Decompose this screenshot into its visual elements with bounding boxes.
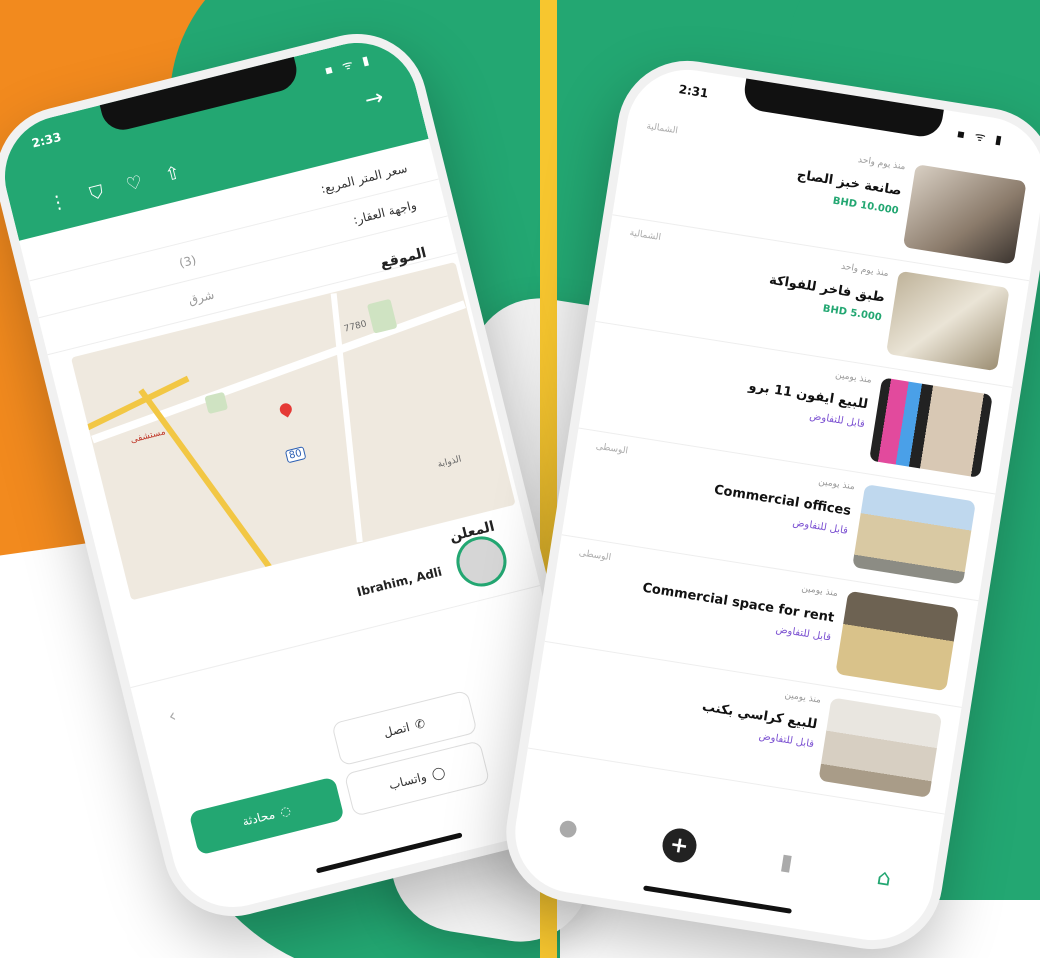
chevron-left-icon[interactable]: ‹ — [166, 705, 178, 727]
map-label: 7780 — [343, 319, 368, 335]
phone-icon: ✆ — [413, 716, 427, 733]
detail-label: واجهة العقار: — [351, 197, 418, 228]
advertiser-name[interactable]: Ibrahim, Adli — [355, 565, 443, 600]
listing-price: قابل للتفاوض — [774, 623, 832, 644]
whatsapp-button-label: واتساب — [387, 769, 428, 793]
divider — [130, 585, 541, 689]
bookmark-icon[interactable]: ▮ — [779, 849, 795, 876]
header-actions: ⋮ ⛉ ♡ ⇧ — [47, 162, 183, 215]
listing-region: الوسطى — [595, 441, 629, 457]
more-vertical-icon[interactable]: ⋮ — [47, 190, 70, 215]
listing-price: قابل للتفاوض — [757, 730, 815, 751]
listing-price: 10.000 BHD — [831, 195, 900, 217]
location-pin-icon — [277, 401, 295, 418]
chat-icon[interactable]: ● — [557, 814, 580, 842]
listing-region: الوسطى — [578, 548, 612, 564]
listing-date: منذ يومين — [800, 583, 839, 600]
status-time: 2:33 — [30, 129, 63, 151]
road-shield: 80 — [284, 446, 307, 464]
share-icon[interactable]: ⇧ — [163, 162, 183, 186]
status-time: 2:31 — [677, 82, 710, 101]
status-icons: ▪ ᯤ ▮ — [955, 126, 1006, 148]
listing-title: طبق فاخر للفواكة — [768, 272, 886, 306]
add-icon[interactable]: + — [659, 825, 699, 865]
detail-value: (3) — [177, 252, 198, 271]
listing-thumbnail — [869, 377, 993, 478]
bottom-tab-bar: ● + ▮ ⌂ — [512, 790, 938, 915]
listing-thumbnail — [885, 270, 1010, 372]
heart-icon[interactable]: ♡ — [124, 172, 145, 196]
listing-thumbnail — [902, 164, 1027, 265]
listing-title: صانعة خبز الصاج — [795, 167, 903, 200]
listing-date: منذ يوم واحد — [840, 261, 890, 280]
listing-date: منذ يومين — [817, 476, 856, 493]
call-button-label: اتصل — [382, 720, 412, 740]
map-park — [204, 391, 229, 415]
chat-bubble-icon: ◌ — [278, 803, 293, 820]
listing-date: منذ يوم واحد — [857, 155, 907, 173]
listing-region: الشمالية — [628, 228, 662, 244]
status-icons: ▪ ᯤ ▮ — [323, 52, 374, 78]
map-park — [366, 298, 398, 334]
listing-thumbnail — [818, 697, 943, 798]
listing-date: منذ يومين — [834, 370, 873, 386]
listing-price: قابل للتفاوض — [791, 517, 849, 537]
chat-button-label: محادثة — [240, 807, 277, 829]
map-label: الذوابة — [436, 454, 463, 470]
bookmark-icon[interactable]: ⛉ — [88, 181, 106, 205]
back-arrow-icon[interactable]: → — [362, 85, 386, 114]
home-icon[interactable]: ⌂ — [875, 864, 893, 891]
listing-price: 5.000 BHD — [821, 303, 883, 324]
whatsapp-icon: ◯ — [430, 764, 447, 782]
listing-thumbnail — [835, 590, 960, 692]
listing-region: الشمالية — [645, 121, 679, 137]
listing-title: للبيع كراسي بكنب — [701, 699, 819, 733]
listing-date: منذ يومين — [783, 690, 822, 706]
listing-thumbnail — [852, 484, 976, 585]
chat-button[interactable]: محادثة ◌ — [188, 776, 345, 856]
listing-title: للبيع ايفون 11 برو — [747, 378, 869, 413]
detail-value: شرق — [186, 287, 216, 308]
map-label: مستشفى — [129, 427, 167, 446]
map-road — [138, 388, 279, 578]
listing-price: قابل للتفاوض — [808, 410, 866, 431]
